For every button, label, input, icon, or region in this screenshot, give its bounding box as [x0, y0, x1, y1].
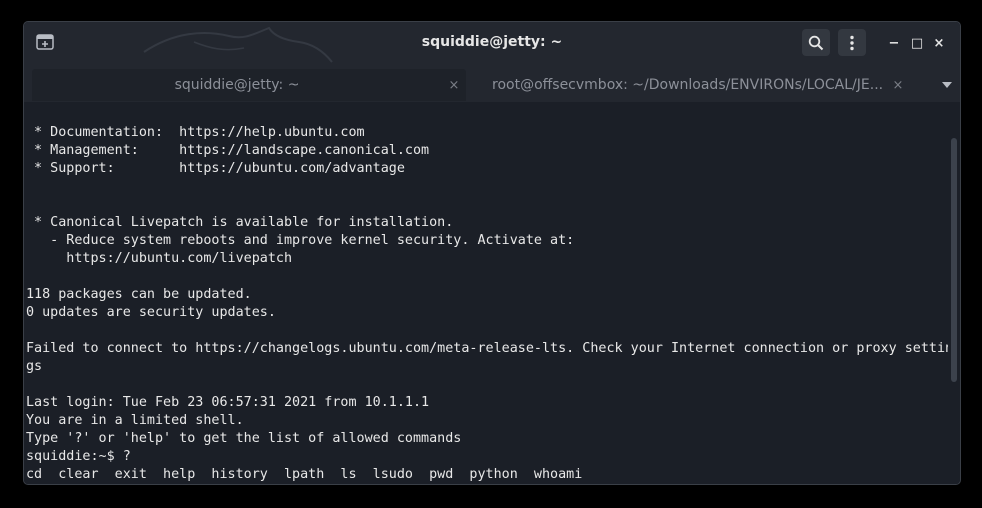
minimize-icon: −: [888, 35, 900, 51]
tab-close-icon[interactable]: ×: [886, 78, 910, 93]
tab-root-offsecvmbox[interactable]: root@offsecvmbox: ~/Downloads/ENVIRONs/L…: [476, 69, 910, 101]
terminal-line: 118 packages can be updated.: [26, 287, 252, 302]
title-bar[interactable]: squiddie@jetty: ~ − □ ×: [24, 22, 960, 64]
terminal-window: squiddie@jetty: ~ − □ × squiddie@jetty:: [23, 21, 961, 485]
terminal-line: * Support: https://ubuntu.com/advantage: [26, 161, 405, 176]
maximize-button[interactable]: □: [909, 35, 925, 51]
close-button[interactable]: ×: [931, 35, 947, 51]
tab-squiddie-jetty[interactable]: squiddie@jetty: ~ ×: [32, 69, 466, 101]
terminal-output[interactable]: * Documentation: https://help.ubuntu.com…: [24, 102, 948, 484]
chevron-down-icon: [942, 82, 952, 88]
terminal-line: * Management: https://landscape.canonica…: [26, 143, 430, 158]
terminal-line: Type '?' or 'help' to get the list of al…: [26, 431, 462, 446]
terminal-line: cd clear exit help history lpath ls lsud…: [26, 467, 583, 482]
tab-close-icon[interactable]: ×: [442, 78, 466, 93]
tab-list-dropdown[interactable]: [940, 78, 954, 92]
tab-label: root@offsecvmbox: ~/Downloads/ENVIRONs/L…: [492, 77, 884, 93]
vertical-scrollbar[interactable]: [948, 102, 960, 484]
search-icon: [808, 35, 824, 50]
terminal-line: * Documentation: https://help.ubuntu.com: [26, 125, 365, 140]
tab-label: squiddie@jetty: ~: [174, 77, 300, 93]
scrollbar-thumb[interactable]: [951, 138, 957, 382]
terminal-line: gs: [26, 359, 43, 374]
terminal-line: - Reduce system reboots and improve kern…: [26, 233, 575, 248]
close-icon: ×: [933, 35, 945, 51]
terminal-line: https://ubuntu.com/livepatch: [26, 251, 293, 266]
terminal-line: 0 updates are security updates.: [26, 305, 276, 320]
terminal-line: Failed to connect to https://changelogs.…: [26, 341, 948, 356]
menu-button[interactable]: [838, 29, 866, 56]
terminal-line: * Canonical Livepatch is available for i…: [26, 215, 454, 230]
tab-bar: squiddie@jetty: ~ × root@offsecvmbox: ~/…: [24, 64, 960, 102]
terminal-line: squiddie:~$ ?: [26, 449, 131, 464]
search-button[interactable]: [802, 29, 830, 56]
terminal-line: You are in a limited shell.: [26, 413, 244, 428]
maximize-icon: □: [910, 35, 924, 51]
terminal-line: Last login: Tue Feb 23 06:57:31 2021 fro…: [26, 395, 430, 410]
kebab-menu-icon: [850, 35, 854, 50]
minimize-button[interactable]: −: [886, 35, 902, 51]
